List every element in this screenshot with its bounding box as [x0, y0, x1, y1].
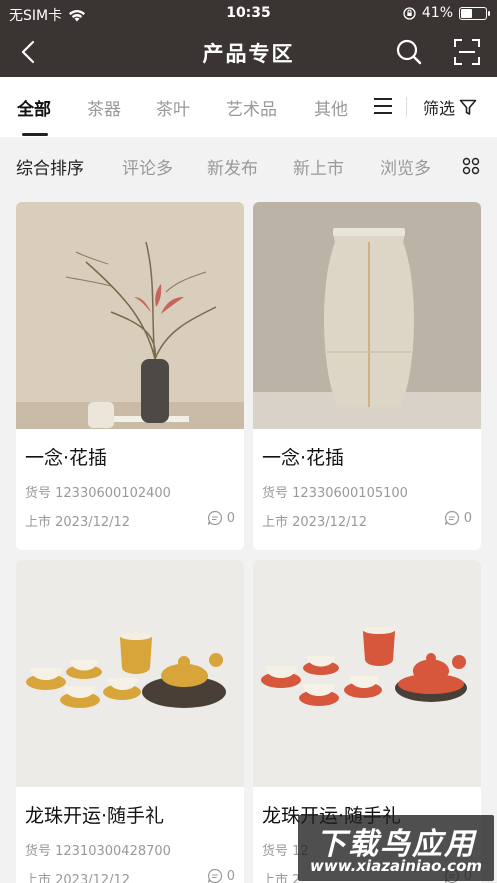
- product-image-tea-set-yellow[interactable]: [16, 560, 244, 787]
- filter-button[interactable]: 筛选: [423, 95, 477, 119]
- status-bar: 无SIM卡 10:35 41%: [0, 0, 497, 26]
- sort-newly-listed[interactable]: 新上市: [293, 154, 344, 179]
- comment-count: 0: [207, 868, 235, 883]
- product-name: 一念·花插: [262, 447, 345, 469]
- sort-newly-published[interactable]: 新发布: [207, 154, 258, 179]
- product-launch-date: 上市 2: [262, 873, 301, 883]
- product-card[interactable]: 龙珠开运·随手礼 货号 12310300428700 上市 2023/12/12…: [16, 560, 244, 883]
- battery-icon: [459, 6, 490, 20]
- layout-toggle-icon[interactable]: [462, 157, 480, 175]
- comment-icon: [207, 868, 222, 883]
- menu-icon[interactable]: [372, 96, 394, 116]
- product-sku: 货号 12330600102400: [25, 486, 171, 501]
- sort-bar: 综合排序 评论多 新发布 新上市 浏览多: [0, 137, 497, 193]
- sort-most-viewed[interactable]: 浏览多: [380, 154, 431, 179]
- comment-count-value: 0: [226, 868, 235, 883]
- comment-count: 0: [207, 510, 235, 526]
- product-launch-date: 上市 2023/12/12: [25, 873, 131, 883]
- filter-label: 筛选: [423, 99, 456, 118]
- product-card[interactable]: 一念·花插 货号 12330600105100 上市 2023/12/12 0: [253, 202, 481, 550]
- active-tab-indicator: [22, 133, 48, 136]
- sort-most-comments[interactable]: 评论多: [122, 154, 173, 179]
- product-image-tea-set-red[interactable]: [253, 560, 481, 787]
- watermark-url: www.xiazainiao.com: [309, 857, 483, 875]
- comment-icon: [207, 510, 222, 526]
- product-card[interactable]: 一念·花插 货号 12330600102400 上市 2023/12/12 0: [16, 202, 244, 550]
- search-icon[interactable]: [394, 37, 424, 67]
- product-launch-date: 上市 2023/12/12: [25, 515, 131, 530]
- product-image-vase[interactable]: [253, 202, 481, 429]
- divider: [406, 97, 407, 117]
- tab-all[interactable]: 全部: [17, 95, 51, 120]
- nav-bar: 产品专区: [0, 26, 497, 77]
- watermark: 下载鸟应用 www.xiazainiao.com: [298, 815, 494, 881]
- comment-count-value: 0: [463, 510, 472, 526]
- sort-comprehensive[interactable]: 综合排序: [16, 154, 84, 179]
- tab-other[interactable]: 其他: [314, 95, 348, 120]
- product-sku: 货号 12330600105100: [262, 486, 408, 501]
- product-image-flower-vase[interactable]: [16, 202, 244, 429]
- scan-icon[interactable]: [452, 37, 482, 67]
- comment-count: 0: [444, 510, 472, 526]
- product-launch-date: 上市 2023/12/12: [262, 515, 368, 530]
- tab-tea-leaves[interactable]: 茶叶: [156, 95, 190, 120]
- top-bar: 无SIM卡 10:35 41% 产品专区: [0, 0, 497, 77]
- battery-percent: 41%: [421, 5, 453, 21]
- comment-count-value: 0: [226, 510, 235, 526]
- filter-icon: [459, 99, 477, 115]
- category-tabs: 全部 茶器 茶叶 艺术品 其他 筛选: [0, 77, 497, 137]
- battery-fill: [461, 8, 472, 18]
- product-sku: 货号 12310300428700: [25, 844, 171, 859]
- product-name: 龙珠开运·随手礼: [25, 805, 165, 827]
- orientation-lock-icon: [403, 6, 416, 20]
- tab-tea-ware[interactable]: 茶器: [87, 95, 121, 120]
- comment-icon: [444, 510, 459, 526]
- tab-artwork[interactable]: 艺术品: [226, 95, 277, 120]
- product-name: 一念·花插: [25, 447, 108, 469]
